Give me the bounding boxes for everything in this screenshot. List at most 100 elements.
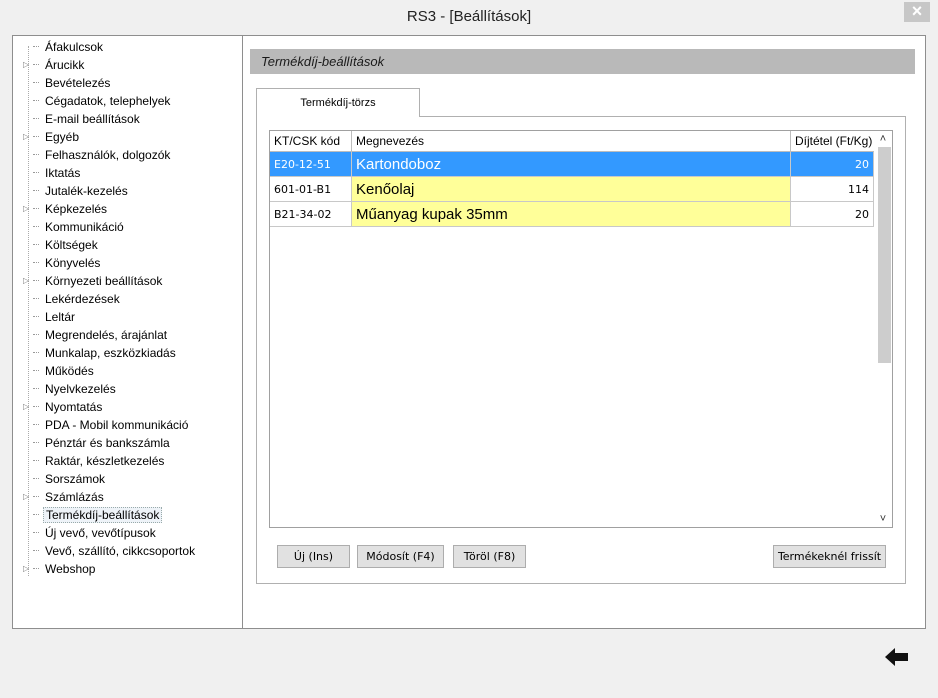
tree-item-label: Jutalék-kezelés bbox=[45, 184, 128, 198]
tree-item[interactable]: Megrendelés, árajánlat bbox=[23, 326, 169, 344]
close-button[interactable]: × bbox=[904, 2, 930, 22]
tree-item-label: Felhasználók, dolgozók bbox=[45, 148, 171, 162]
tree-item[interactable]: ▷ Egyéb bbox=[23, 128, 81, 146]
refresh-products-button[interactable]: Termékeknél frissít bbox=[773, 545, 886, 568]
cell-fee[interactable]: 20 bbox=[791, 202, 874, 227]
expand-arrow-icon[interactable]: ▷ bbox=[23, 560, 33, 578]
tree-item[interactable]: Lekérdezések bbox=[23, 290, 122, 308]
table-row[interactable]: 601-01-B1 Kenőolaj 114 bbox=[270, 177, 874, 202]
tree-dots bbox=[33, 63, 39, 65]
tree-item[interactable]: Jutalék-kezelés bbox=[23, 182, 130, 200]
cell-fee[interactable]: 20 bbox=[791, 152, 874, 177]
tree-item-label: Környezeti beállítások bbox=[45, 274, 163, 288]
tree-item[interactable]: Új vevő, vevőtípusok bbox=[23, 524, 158, 542]
tree-item[interactable]: Raktár, készletkezelés bbox=[23, 452, 166, 470]
expand-arrow-icon[interactable]: ▷ bbox=[23, 56, 33, 74]
title-bar: RS3 - [Beállítások] × bbox=[0, 0, 938, 34]
tree-item[interactable]: ▷ Nyomtatás bbox=[23, 398, 104, 416]
tree-item-label: Munkalap, eszközkiadás bbox=[45, 346, 176, 360]
tree-dots bbox=[33, 81, 39, 83]
tree-item[interactable]: Bevételezés bbox=[23, 74, 112, 92]
tree-item[interactable]: Termékdíj-beállítások bbox=[23, 506, 163, 524]
tree-item[interactable]: Költségek bbox=[23, 236, 100, 254]
tree-item[interactable]: Pénztár és bankszámla bbox=[23, 434, 172, 452]
tab-termekdij-torzs[interactable]: Termékdíj-törzs bbox=[256, 88, 420, 117]
tree-item[interactable]: ▷ Webshop bbox=[23, 560, 97, 578]
tree-item[interactable]: Könyvelés bbox=[23, 254, 102, 272]
tree-dots bbox=[33, 513, 39, 515]
tree-item[interactable]: Áfakulcsok bbox=[23, 38, 105, 56]
tree-item-label: Megrendelés, árajánlat bbox=[45, 328, 168, 342]
product-fee-grid[interactable]: KT/CSK kód Megnevezés Díjtétel (Ft/Kg) ˄… bbox=[269, 130, 893, 528]
tree-item-label: E-mail beállítások bbox=[45, 112, 140, 126]
new-button[interactable]: Új (Ins) bbox=[277, 545, 350, 568]
tree-dots bbox=[33, 333, 39, 335]
settings-tree: Áfakulcsok ▷ Árucikk Bevételezés Cégadatok, … bbox=[13, 36, 243, 628]
column-header-fee[interactable]: Díjtétel (Ft/Kg) bbox=[791, 131, 874, 151]
expand-arrow-icon[interactable]: ▷ bbox=[23, 272, 33, 290]
tree-item[interactable]: Munkalap, eszközkiadás bbox=[23, 344, 178, 362]
column-header-code[interactable]: KT/CSK kód bbox=[270, 131, 352, 151]
tree-item-label: Könyvelés bbox=[45, 256, 101, 270]
tree-item[interactable]: Leltár bbox=[23, 308, 77, 326]
tree-item-label: Képkezelés bbox=[45, 202, 108, 216]
cell-code[interactable]: 601-01-B1 bbox=[270, 177, 352, 202]
tree-item-label: Leltár bbox=[45, 310, 76, 324]
expand-arrow-icon[interactable]: ▷ bbox=[23, 488, 33, 506]
tree-item[interactable]: ▷ Számlázás bbox=[23, 488, 106, 506]
tree-item-label: Vevő, szállító, cikkcsoportok bbox=[45, 544, 196, 558]
tree-dots bbox=[33, 153, 39, 155]
column-header-name[interactable]: Megnevezés bbox=[352, 131, 791, 151]
tree-dots bbox=[33, 171, 39, 173]
tree-dots bbox=[33, 549, 39, 551]
tree-item-label: Árucikk bbox=[45, 58, 85, 72]
tree-item[interactable]: Sorszámok bbox=[23, 470, 107, 488]
tree-item-label: Lekérdezések bbox=[45, 292, 120, 306]
delete-button[interactable]: Töröl (F8) bbox=[453, 545, 526, 568]
tree-item[interactable]: PDA - Mobil kommunikáció bbox=[23, 416, 190, 434]
tree-item-label: Nyelvkezelés bbox=[45, 382, 116, 396]
tree-item[interactable]: Iktatás bbox=[23, 164, 82, 182]
tree-dots bbox=[33, 135, 39, 137]
cell-name[interactable]: Kenőolaj bbox=[352, 177, 791, 202]
scroll-down-icon[interactable]: ˅ bbox=[874, 511, 892, 527]
table-row[interactable]: E20-12-51 Kartondoboz 20 bbox=[270, 152, 874, 177]
tree-item[interactable]: Cégadatok, telephelyek bbox=[23, 92, 172, 110]
tree-item-label: Cégadatok, telephelyek bbox=[45, 94, 171, 108]
cell-name[interactable]: Kartondoboz bbox=[352, 152, 791, 177]
tree-item-label: Számlázás bbox=[45, 490, 104, 504]
expand-arrow-icon[interactable]: ▷ bbox=[23, 398, 33, 416]
tree-item[interactable]: Kommunikáció bbox=[23, 218, 126, 236]
table-row[interactable]: B21-34-02 Műanyag kupak 35mm 20 bbox=[270, 202, 874, 227]
tree-item[interactable]: Nyelvkezelés bbox=[23, 380, 118, 398]
tree-item[interactable]: Vevő, szállító, cikkcsoportok bbox=[23, 542, 197, 560]
edit-button[interactable]: Módosít (F4) bbox=[357, 545, 444, 568]
tree-item-label: Egyéb bbox=[45, 130, 80, 144]
tree-dots bbox=[33, 261, 39, 263]
tree-dots bbox=[33, 369, 39, 371]
tree-dots bbox=[33, 225, 39, 227]
back-arrow-icon[interactable] bbox=[884, 645, 910, 669]
expand-arrow-icon[interactable]: ▷ bbox=[23, 200, 33, 218]
tree-item-label: Kommunikáció bbox=[45, 220, 124, 234]
cell-name[interactable]: Műanyag kupak 35mm bbox=[352, 202, 791, 227]
tree-dots bbox=[33, 315, 39, 317]
scroll-thumb[interactable] bbox=[878, 147, 891, 363]
tree-item[interactable]: ▷ Árucikk bbox=[23, 56, 86, 74]
tree-dots bbox=[33, 495, 39, 497]
tree-dots bbox=[33, 279, 39, 281]
tree-dots bbox=[33, 45, 39, 47]
cell-code[interactable]: E20-12-51 bbox=[270, 152, 352, 177]
expand-arrow-icon[interactable]: ▷ bbox=[23, 128, 33, 146]
tree-item[interactable]: E-mail beállítások bbox=[23, 110, 142, 128]
cell-code[interactable]: B21-34-02 bbox=[270, 202, 352, 227]
tree-item[interactable]: ▷ Környezeti beállítások bbox=[23, 272, 164, 290]
vertical-scrollbar[interactable]: ˄ ˅ bbox=[874, 131, 892, 527]
tree-item[interactable]: Felhasználók, dolgozók bbox=[23, 146, 172, 164]
tree-dots bbox=[33, 99, 39, 101]
tree-item[interactable]: ▷ Képkezelés bbox=[23, 200, 109, 218]
scroll-up-icon[interactable]: ˄ bbox=[874, 131, 892, 147]
tree-item-label: Termékdíj-beállítások bbox=[43, 507, 163, 523]
cell-fee[interactable]: 114 bbox=[791, 177, 874, 202]
tree-item[interactable]: Működés bbox=[23, 362, 96, 380]
